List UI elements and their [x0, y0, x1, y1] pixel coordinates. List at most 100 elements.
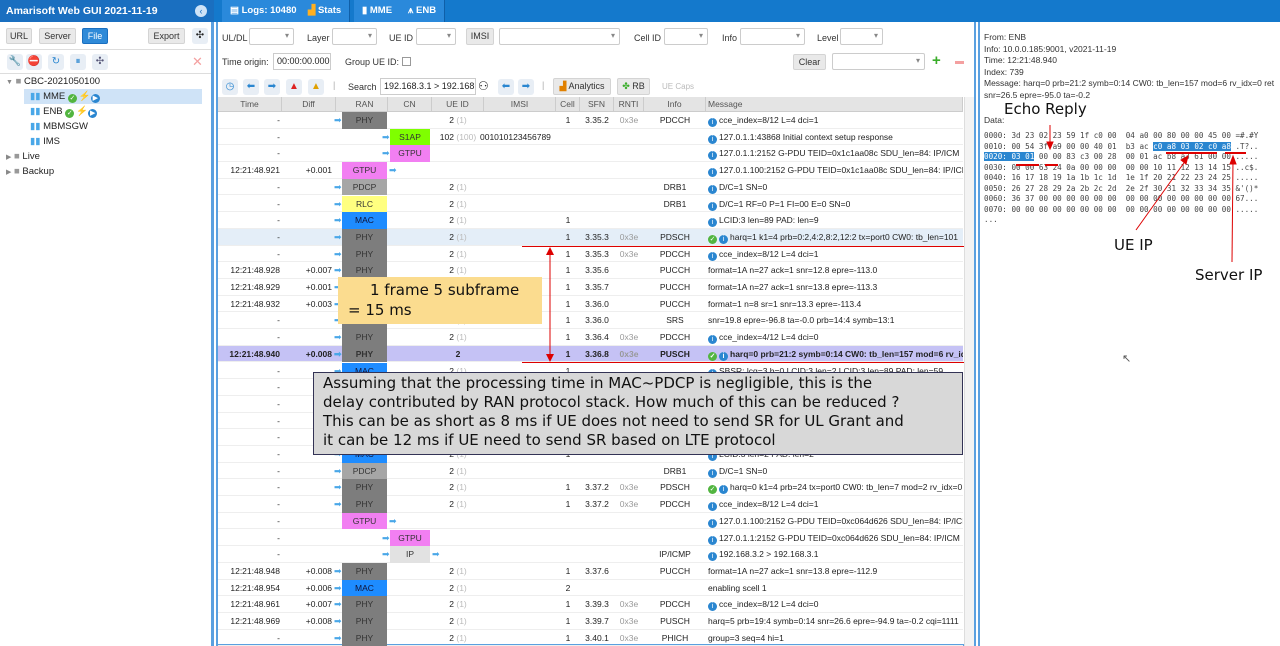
table-row[interactable]: - PHY ➡ 2 (1) 1 3.35.3 0x3e PDCCH i cce_index=8/1… — [218, 245, 963, 263]
clock-icon[interactable]: ◷ — [222, 79, 238, 95]
remove-icon[interactable] — [955, 61, 964, 64]
refresh-icon[interactable]: ↻ — [48, 54, 64, 70]
column-header-info[interactable]: Info — [644, 97, 706, 112]
table-row[interactable]: 12:21:48.948 +0.008 PHY ➡ 2 (1) 1 3.37.6 PUCCH f… — [218, 562, 963, 580]
plug-icon[interactable]: ✣ — [192, 28, 208, 44]
close-icon[interactable]: ✕ — [192, 54, 203, 70]
column-header-time[interactable]: Time — [218, 97, 282, 112]
table-row[interactable]: 12:21:48.969 +0.008 PHY ➡ 2 (1) 1 3.39.7 0x3e PU… — [218, 613, 963, 630]
clear-button[interactable]: Clear — [793, 54, 826, 70]
table-row[interactable]: - PHY ➡ 2 (1) 1 3.35.2 0x3e PDCCH i cce_index=8/1… — [218, 112, 963, 129]
table-row[interactable]: 12:21:48.961 +0.007 PHY ➡ 2 (1) 1 3.39.3 0x3e PD… — [218, 596, 963, 613]
play-icon[interactable]: ▶ — [88, 109, 98, 118]
server-button[interactable]: Server — [39, 28, 76, 44]
file-button[interactable]: File — [82, 28, 108, 44]
imsi-button[interactable]: IMSI — [466, 28, 494, 45]
caret-right-icon[interactable]: ▶ — [6, 154, 11, 161]
ueid-select[interactable] — [416, 28, 456, 45]
table-row[interactable]: - PHY ➡ 2 (1) 1 3.37.2 0x3e PDCCH i cce_index=8/1… — [218, 496, 963, 513]
url-button[interactable]: URL — [6, 28, 32, 44]
cell-id-cell: 1 — [565, 599, 571, 610]
message-cell: format=1A n=27 ack=1 snr=13.8 epre=-112.… — [708, 565, 878, 576]
time-cell: 12:21:48.969 — [230, 616, 280, 626]
tab-stats[interactable]: ▟ Stats — [300, 0, 351, 22]
filter-select[interactable] — [832, 53, 925, 70]
table-row[interactable]: - RLC ➡ 2 (1) DRB1 i D/C=1 RF=0 P=1 FI=00 E=0 … — [218, 195, 963, 213]
search-input[interactable]: 192.168.3.1 > 192.168. — [380, 78, 476, 95]
table-row[interactable]: - GTPU ➡ i 127.0.1.100:2152 G-PDU TEID=0xc06… — [218, 512, 963, 530]
scrollbar[interactable] — [964, 97, 974, 646]
level-select[interactable] — [840, 28, 883, 45]
column-header-cell[interactable]: Cell — [556, 97, 580, 112]
tree-item-live[interactable]: ▶ ■ Live — [0, 149, 211, 164]
tab-logs[interactable]: ▤ Logs: 10480 — [222, 0, 306, 22]
column-header-sfn[interactable]: SFN — [580, 97, 614, 112]
play-icon[interactable]: ▶ — [90, 94, 100, 103]
tree-item-cbc-2021050100[interactable]: ▼ ■ CBC-2021050100 — [0, 74, 211, 89]
table-row[interactable]: - PHY ➡ 2 (1) 1 3.37.2 0x3e PDSCH ✓ i harq=0 k1=4 … — [218, 479, 963, 497]
binoculars-icon[interactable]: ⚇ — [478, 79, 489, 93]
tree-item-mbmsgw[interactable]: ▮▮ MBMSGW — [0, 119, 211, 134]
tab-mme[interactable]: ▮ MME — [354, 0, 402, 22]
table-row[interactable]: - IP ➡ ➡ IP/ICMP i 192.168.3.2 > 192.168.3.1 — [218, 546, 963, 563]
plug-icon[interactable]: ✣ — [92, 54, 108, 70]
rb-button[interactable]: ✤ RB — [617, 78, 650, 95]
search-prev-icon[interactable]: ⬅ — [498, 79, 514, 95]
tree-item-ims[interactable]: ▮▮ IMS — [0, 134, 211, 149]
table-row[interactable]: - GTPU ➡ i 127.0.1.1:2152 G-PDU TEID=0x1c1aa… — [218, 145, 963, 163]
table-row[interactable]: - PDCP ➡ 2 (1) DRB1 i D/C=1 SN=0 — [218, 178, 963, 196]
table-row[interactable]: - PHY ➡ 2 (1) 1 3.40.1 0x3e PHICH group=3 seq=4 … — [218, 629, 963, 646]
column-header-ran[interactable]: RAN — [342, 97, 388, 112]
column-header-cn[interactable]: CN — [388, 97, 432, 112]
imsi-cell: 001010123456789 — [480, 131, 551, 142]
error-icon[interactable]: ▲ — [286, 79, 302, 95]
caret-right-icon[interactable]: ▶ — [6, 169, 11, 176]
table-row[interactable]: 12:21:48.940 +0.008 PHY ➡ 2 1 3.36.8 0x3e PUSCH… — [218, 345, 963, 363]
group-ueid-checkbox[interactable] — [402, 57, 411, 66]
export-button[interactable]: Export — [148, 28, 185, 44]
message-cell: snr=19.8 epre=-96.8 ta=-0.0 prb=14:4 sym… — [708, 315, 895, 326]
info-select[interactable] — [740, 28, 805, 45]
caret-down-icon[interactable]: ▼ — [6, 79, 13, 86]
warning-icon[interactable]: ▲ — [308, 79, 324, 95]
ue-caps-button[interactable]: UE Caps — [662, 82, 694, 91]
table-row[interactable]: - PHY ➡ 2 (1) 1 3.36.4 0x3e PDCCH i cce_index=4/1… — [218, 329, 963, 346]
tree-item-backup[interactable]: ▶ ■ Backup — [0, 164, 211, 179]
column-header-rnti[interactable]: RNTI — [614, 97, 644, 112]
cellid-select[interactable] — [664, 28, 708, 45]
table-row[interactable]: - PHY ➡ 2 (1) 1 3.35.3 0x3e PDSCH ✓ i harq=1 k1=4 … — [218, 228, 963, 246]
imsi-select[interactable] — [499, 28, 620, 45]
direction-arrow-icon: ➡ — [334, 582, 342, 593]
table-row[interactable]: 12:21:48.929+0.001PHY➡2 (1)13.35.7PUCCHf… — [218, 279, 963, 296]
add-icon[interactable]: + — [932, 53, 941, 68]
table-row[interactable]: 12:21:48.921 +0.001 GTPU ➡ i 127.0.1.100:2152… — [218, 162, 963, 179]
table-row[interactable]: 12:21:48.932+0.003PHY➡2 (1)13.36.0PUCCHf… — [218, 295, 963, 313]
table-row[interactable]: 12:21:48.954 +0.006 MAC ➡ 2 (1) 2 enabling sce… — [218, 579, 963, 597]
pause-icon[interactable]: ⏸ — [70, 54, 86, 70]
time-origin-input[interactable]: 00:00:00.000 — [273, 53, 331, 70]
tab-enb[interactable]: ⩚ ENB — [400, 0, 446, 22]
table-row[interactable]: - GTPU ➡ i 127.0.1.1:2152 G-PDU TEID=0xc064d… — [218, 529, 963, 547]
stop-icon[interactable]: ⛔ — [26, 54, 42, 70]
layer-select[interactable] — [332, 28, 377, 45]
column-header-message[interactable]: Message — [706, 97, 963, 112]
sfn-cell: 3.36.4 — [585, 332, 609, 343]
column-header-diff[interactable]: Diff — [282, 97, 336, 112]
direction-arrow-icon: ➡ — [334, 231, 342, 242]
analytics-button[interactable]: ▟ Analytics — [553, 78, 611, 95]
collapse-sidebar-icon[interactable]: ‹ — [195, 5, 207, 17]
tree-item-enb[interactable]: ▮▮ ENB ✓ ⚡ ▶ — [0, 104, 211, 119]
table-row[interactable]: - MAC ➡ 2 (1) 1 i LCID:3 len=89 PAD: len=9 — [218, 212, 963, 229]
table-row[interactable]: - PDCP ➡ 2 (1) DRB1 i D/C=1 SN=0 — [218, 462, 963, 480]
uldl-select[interactable] — [249, 28, 294, 45]
table-row[interactable]: 12:21:48.928 +0.007 PHY ➡ 2 (1) 1 3.35.6 PUCCH f… — [218, 262, 963, 279]
column-header-ue-id[interactable]: UE ID — [432, 97, 484, 112]
column-header-imsi[interactable]: IMSI — [484, 97, 556, 112]
arrow-right-icon[interactable]: ➡ — [264, 79, 280, 95]
tree-item-mme[interactable]: ▮▮ MME ✓ ⚡ ▶ — [24, 89, 202, 104]
arrow-left-icon[interactable]: ⬅ — [243, 79, 259, 95]
table-row[interactable]: -PHY➡2 (1)13.36.0SRSsnr=19.8 epre=-96.8 … — [218, 312, 963, 330]
search-next-icon[interactable]: ➡ — [518, 79, 534, 95]
wrench-icon[interactable]: 🔧 — [7, 54, 23, 70]
table-row[interactable]: - S1AP ➡ 102 (100) 001010123456789 i 127.0.1.1… — [218, 128, 963, 146]
